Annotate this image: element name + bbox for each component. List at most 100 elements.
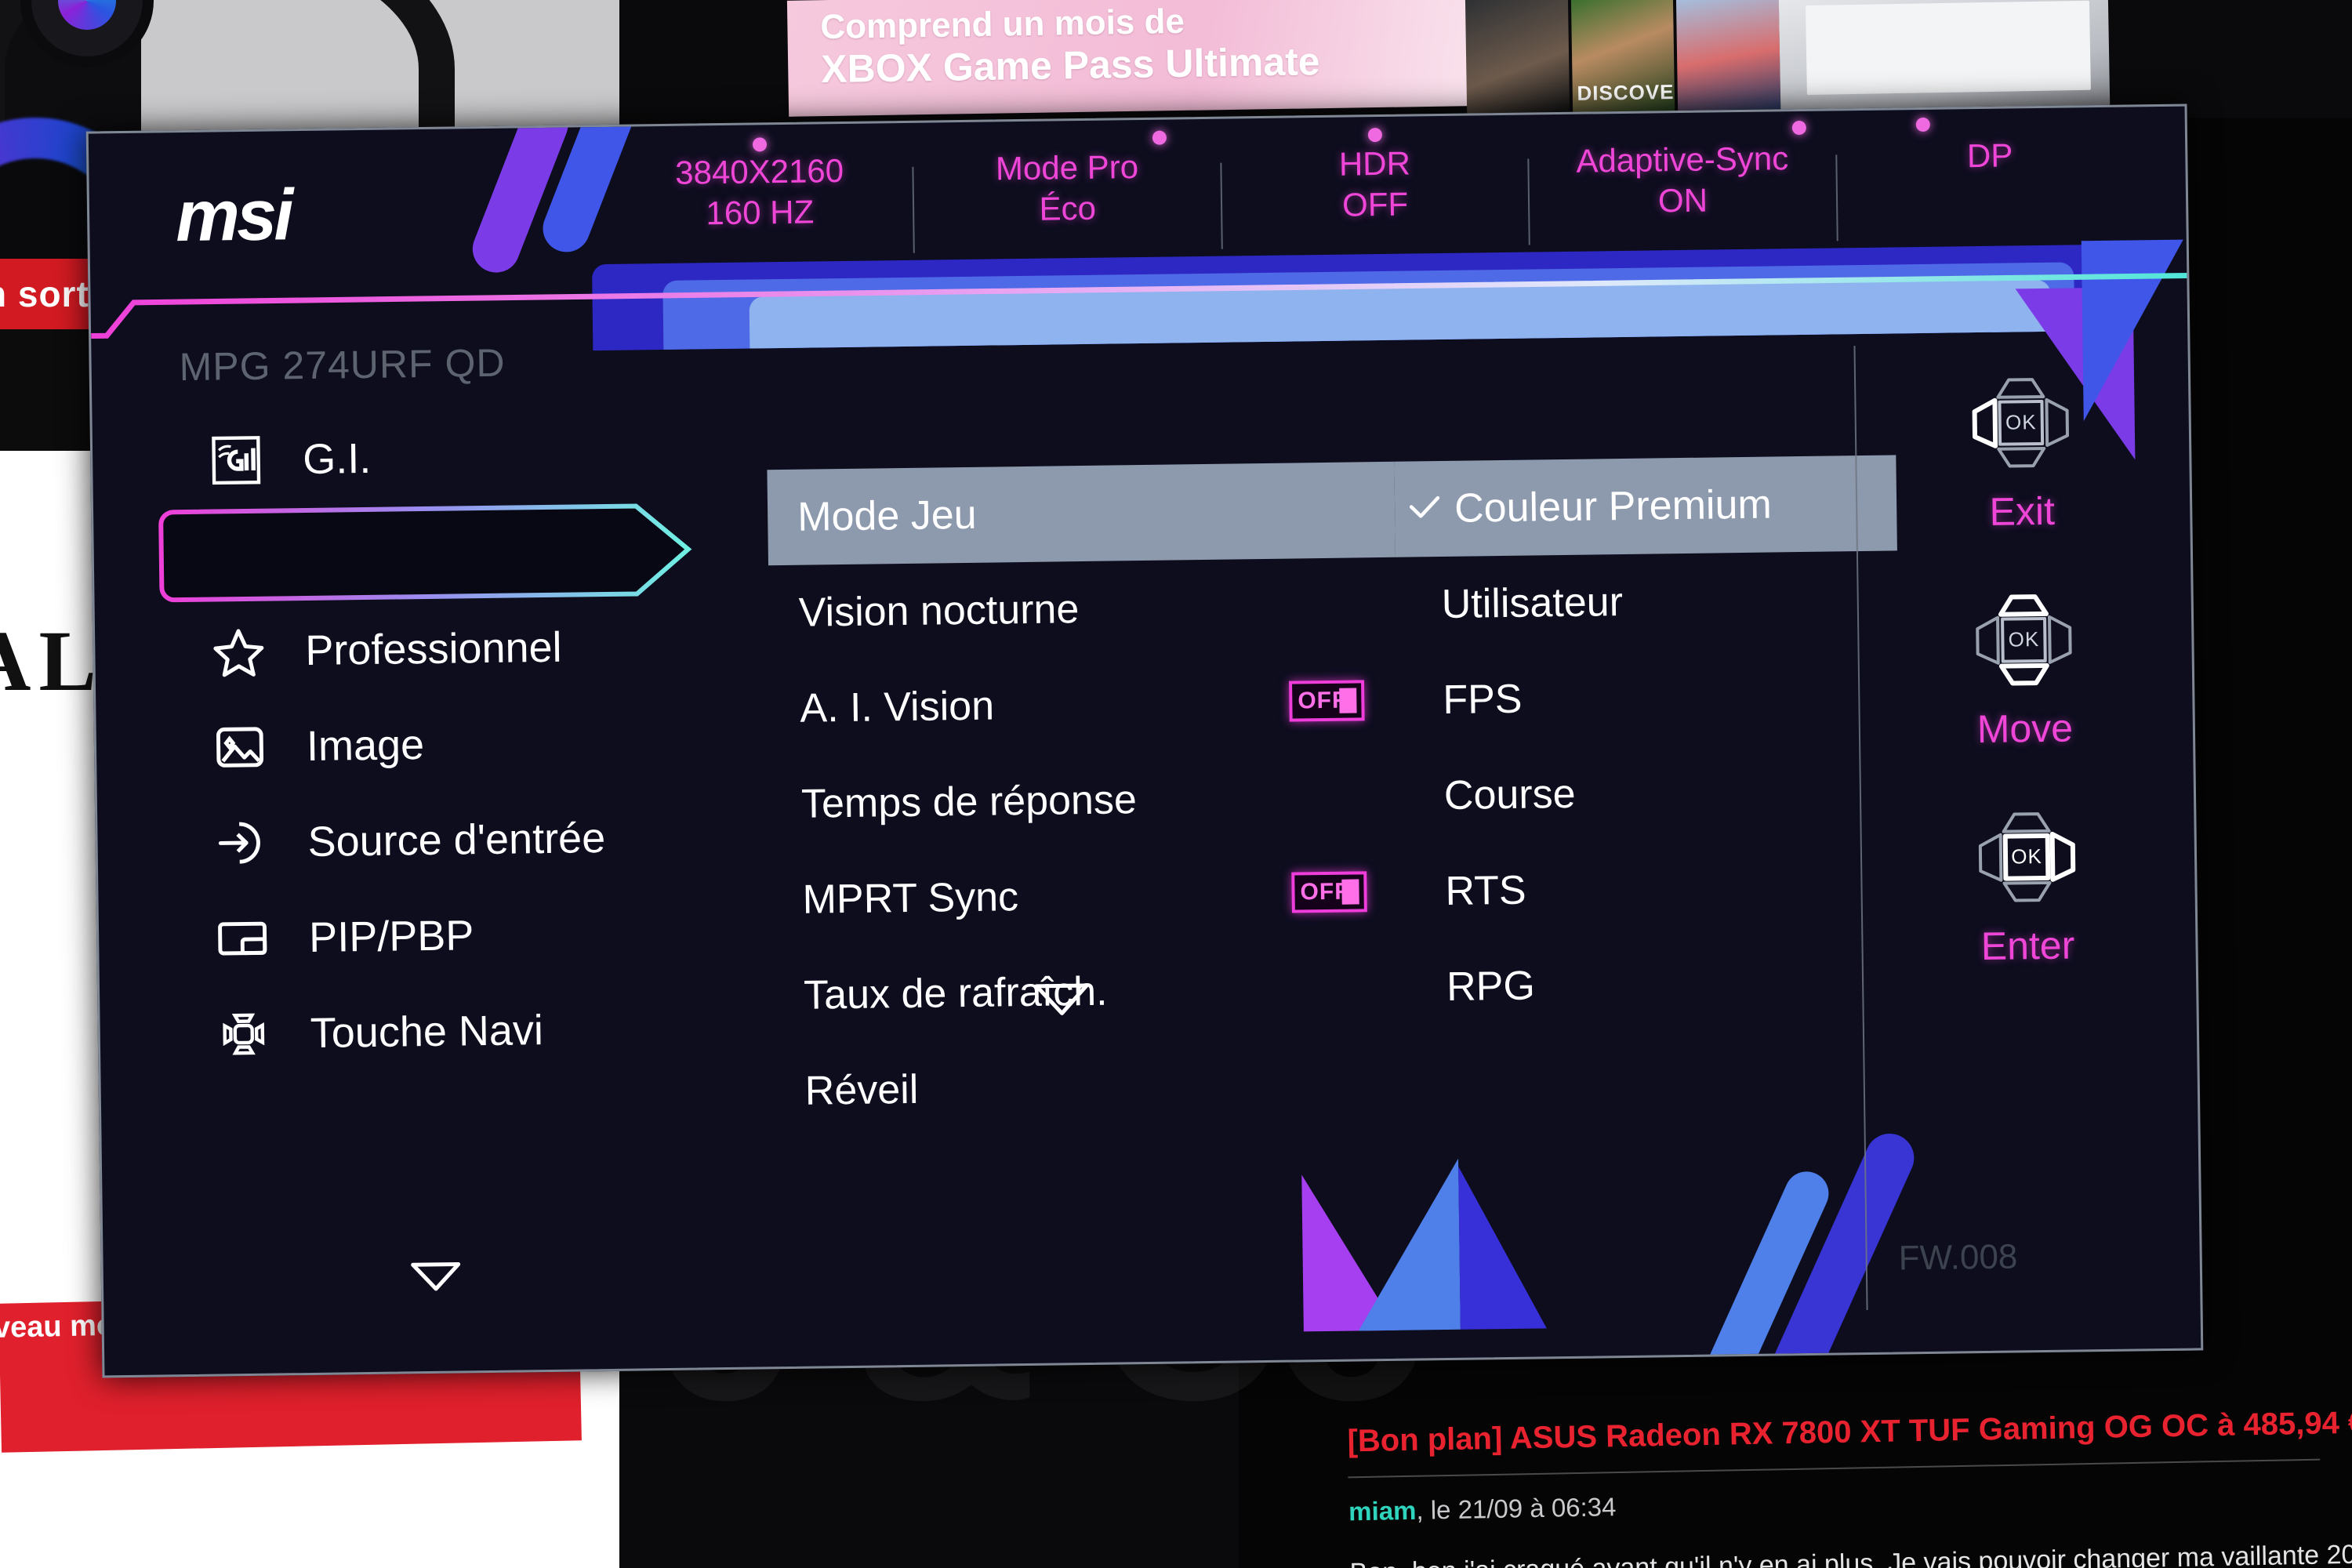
sidebar-item-touche-navi[interactable]: Touche Navi — [162, 982, 728, 1081]
status-hdr-value: OFF — [1341, 185, 1409, 223]
decorative-dot — [1367, 127, 1383, 143]
osd-navigation-hints: OK Exit OK Move OK Enter — [1879, 365, 2170, 1021]
status-hdr-label: HDR — [1338, 144, 1411, 183]
option-fps[interactable]: FPS — [1397, 646, 1900, 748]
decorative-dot — [1791, 120, 1806, 136]
status-input: DP — [1837, 117, 2143, 178]
option-rts[interactable]: RTS — [1399, 837, 1903, 939]
banner-thumbnail-label: DISCOVER — [1577, 79, 1675, 105]
status-pro-mode: Mode Pro Éco — [914, 130, 1221, 231]
option-label: FPS — [1442, 676, 1523, 724]
osd-options-column: Couleur Premium Utilisateur FPS Course R… — [1394, 455, 1904, 1035]
mprt-sync-toggle[interactable]: OFF — [1291, 871, 1367, 913]
xbox-banner-line2: XBOX Game Pass Ultimate — [820, 39, 1321, 92]
sidebar-item-label: PIP/PBP — [308, 912, 474, 961]
option-label: RTS — [1445, 867, 1526, 914]
sidebar-item-pip-pbp[interactable]: PIP/PBP — [161, 886, 726, 985]
option-rpg[interactable]: RPG — [1400, 933, 1904, 1035]
menu-item-mode-jeu[interactable]: Mode Jeu — [767, 461, 1396, 566]
menu-item-reveil[interactable]: Réveil — [775, 1036, 1403, 1139]
sidebar-active-highlight — [156, 500, 706, 604]
sidebar-item-label: G.I. — [302, 434, 372, 484]
sidebar-item-professionnel[interactable]: Professionnel — [158, 599, 723, 699]
sidebar-item-image[interactable]: Image — [158, 695, 724, 794]
ai-vision-toggle[interactable]: OFF — [1289, 680, 1365, 722]
option-label: RPG — [1446, 963, 1536, 1010]
banner-thumbnail — [1676, 0, 1781, 111]
hint-exit[interactable]: OK Exit — [1879, 365, 2164, 536]
banner-thumbnail: DISCOVER — [1570, 0, 1675, 113]
option-couleur-premium[interactable]: Couleur Premium — [1394, 455, 1897, 557]
sidebar-scroll-down-icon[interactable] — [409, 1258, 463, 1297]
menu-item-label: Réveil — [804, 1066, 919, 1114]
osd-menu-column: Mode Jeu Vision nocturne A. I. Vision OF… — [767, 461, 1403, 1139]
decorative-triangle — [1458, 1165, 1547, 1330]
msi-logo: msi — [175, 175, 292, 257]
option-label: Couleur Premium — [1454, 481, 1773, 532]
status-adaptive-sync-label: Adaptive-Sync — [1576, 140, 1789, 180]
status-refresh-value: 160 HZ — [706, 193, 815, 232]
article-meta: miam, le 21/09 à 06:34 — [1348, 1479, 2321, 1527]
decorative-triangle — [1301, 1173, 1398, 1332]
sidebar-item-jeu[interactable]: Jeu — [156, 503, 721, 603]
picture-icon — [206, 717, 274, 779]
decorative-triangle — [1356, 1158, 1461, 1331]
sidebar-item-label: Professionnel — [305, 623, 562, 675]
osd-header: msi 3840X2160 160 HZ Mode Pro Éco HDR OF… — [89, 107, 2187, 296]
menu-item-label: A. I. Vision — [800, 683, 995, 731]
sidebar-item-source-entree[interactable]: Source d'entrée — [160, 790, 725, 890]
toggle-knob — [1339, 688, 1357, 713]
star-icon — [205, 621, 273, 683]
status-resolution-value: 3840X2160 — [674, 151, 844, 191]
checkmark-icon — [1407, 493, 1444, 524]
toggle-knob — [1341, 879, 1359, 905]
xbox-game-pass-banner: Comprend un mois de XBOX Game Pass Ultim… — [786, 0, 1472, 117]
svg-text:OK: OK — [2011, 844, 2042, 869]
article-body: Bon, ben j'ai craqué avant qu'il n'y en … — [1349, 1538, 2352, 1568]
sidebar-item-label: Touche Navi — [310, 1007, 544, 1057]
joystick-enter-icon: OK — [1961, 812, 2094, 923]
decorative-slash — [1751, 1125, 1922, 1378]
laptop-photo — [1778, 0, 2111, 113]
decorative-dot — [1915, 117, 1931, 132]
article-date: , le 21/09 à 06:34 — [1416, 1492, 1617, 1525]
status-pro-mode-label: Mode Pro — [995, 148, 1139, 187]
menu-item-label: MPRT Sync — [802, 874, 1019, 923]
menu-item-label: Vision nocturne — [798, 586, 1080, 636]
gaming-intelligence-icon — [202, 430, 270, 492]
input-source-icon — [207, 812, 275, 874]
menu-item-temps-de-reponse[interactable]: Temps de réponse — [771, 749, 1399, 852]
svg-text:OK: OK — [2005, 410, 2037, 434]
hint-move[interactable]: OK Move — [1882, 583, 2166, 753]
option-label: Course — [1443, 771, 1576, 819]
menu-item-label: Mode Jeu — [797, 492, 977, 540]
sidebar-item-label: Source d'entrée — [307, 815, 606, 866]
sidebar-item-gi[interactable]: G.I. — [154, 408, 720, 507]
navi-key-icon — [209, 1004, 278, 1065]
monitor-model-name: MPG 274URF QD — [179, 340, 506, 390]
article-divider — [1348, 1458, 2321, 1479]
background-article: [Bon plan] ASUS Radeon RX 7800 XT TUF Ga… — [1347, 1403, 2352, 1568]
svg-text:OK: OK — [2008, 627, 2039, 652]
status-pro-mode-value: Éco — [1039, 189, 1097, 227]
menu-item-mprt-sync[interactable]: MPRT Sync OFF — [772, 844, 1401, 948]
article-author: miam — [1348, 1495, 1417, 1526]
option-label: Utilisateur — [1441, 579, 1624, 628]
pip-pbp-icon — [209, 908, 277, 970]
banner-thumbnails: DISCOVER — [1465, 0, 1781, 114]
status-resolution: 3840X2160 160 HZ — [606, 137, 913, 235]
menu-scroll-down-icon[interactable] — [1033, 979, 1091, 1022]
joystick-updown-icon: OK — [1958, 594, 2091, 706]
option-utilisateur[interactable]: Utilisateur — [1396, 550, 1899, 652]
status-input-value: DP — [1966, 136, 2013, 175]
option-course[interactable]: Course — [1398, 742, 1901, 844]
joystick-left-icon: OK — [1955, 378, 2089, 488]
hint-label: Exit — [1989, 488, 2056, 534]
monitor-osd-panel: msi 3840X2160 160 HZ Mode Pro Éco HDR OF… — [85, 103, 2204, 1378]
background-red-banner-text: n sort — [0, 274, 89, 314]
status-adaptive-sync-value: ON — [1657, 181, 1708, 220]
hint-enter[interactable]: OK Enter — [1885, 800, 2169, 971]
status-bar: 3840X2160 160 HZ Mode Pro Éco HDR OFF Ad… — [606, 117, 2144, 279]
menu-item-ai-vision[interactable]: A. I. Vision OFF — [770, 653, 1399, 757]
menu-item-vision-nocturne[interactable]: Vision nocturne — [768, 557, 1397, 661]
